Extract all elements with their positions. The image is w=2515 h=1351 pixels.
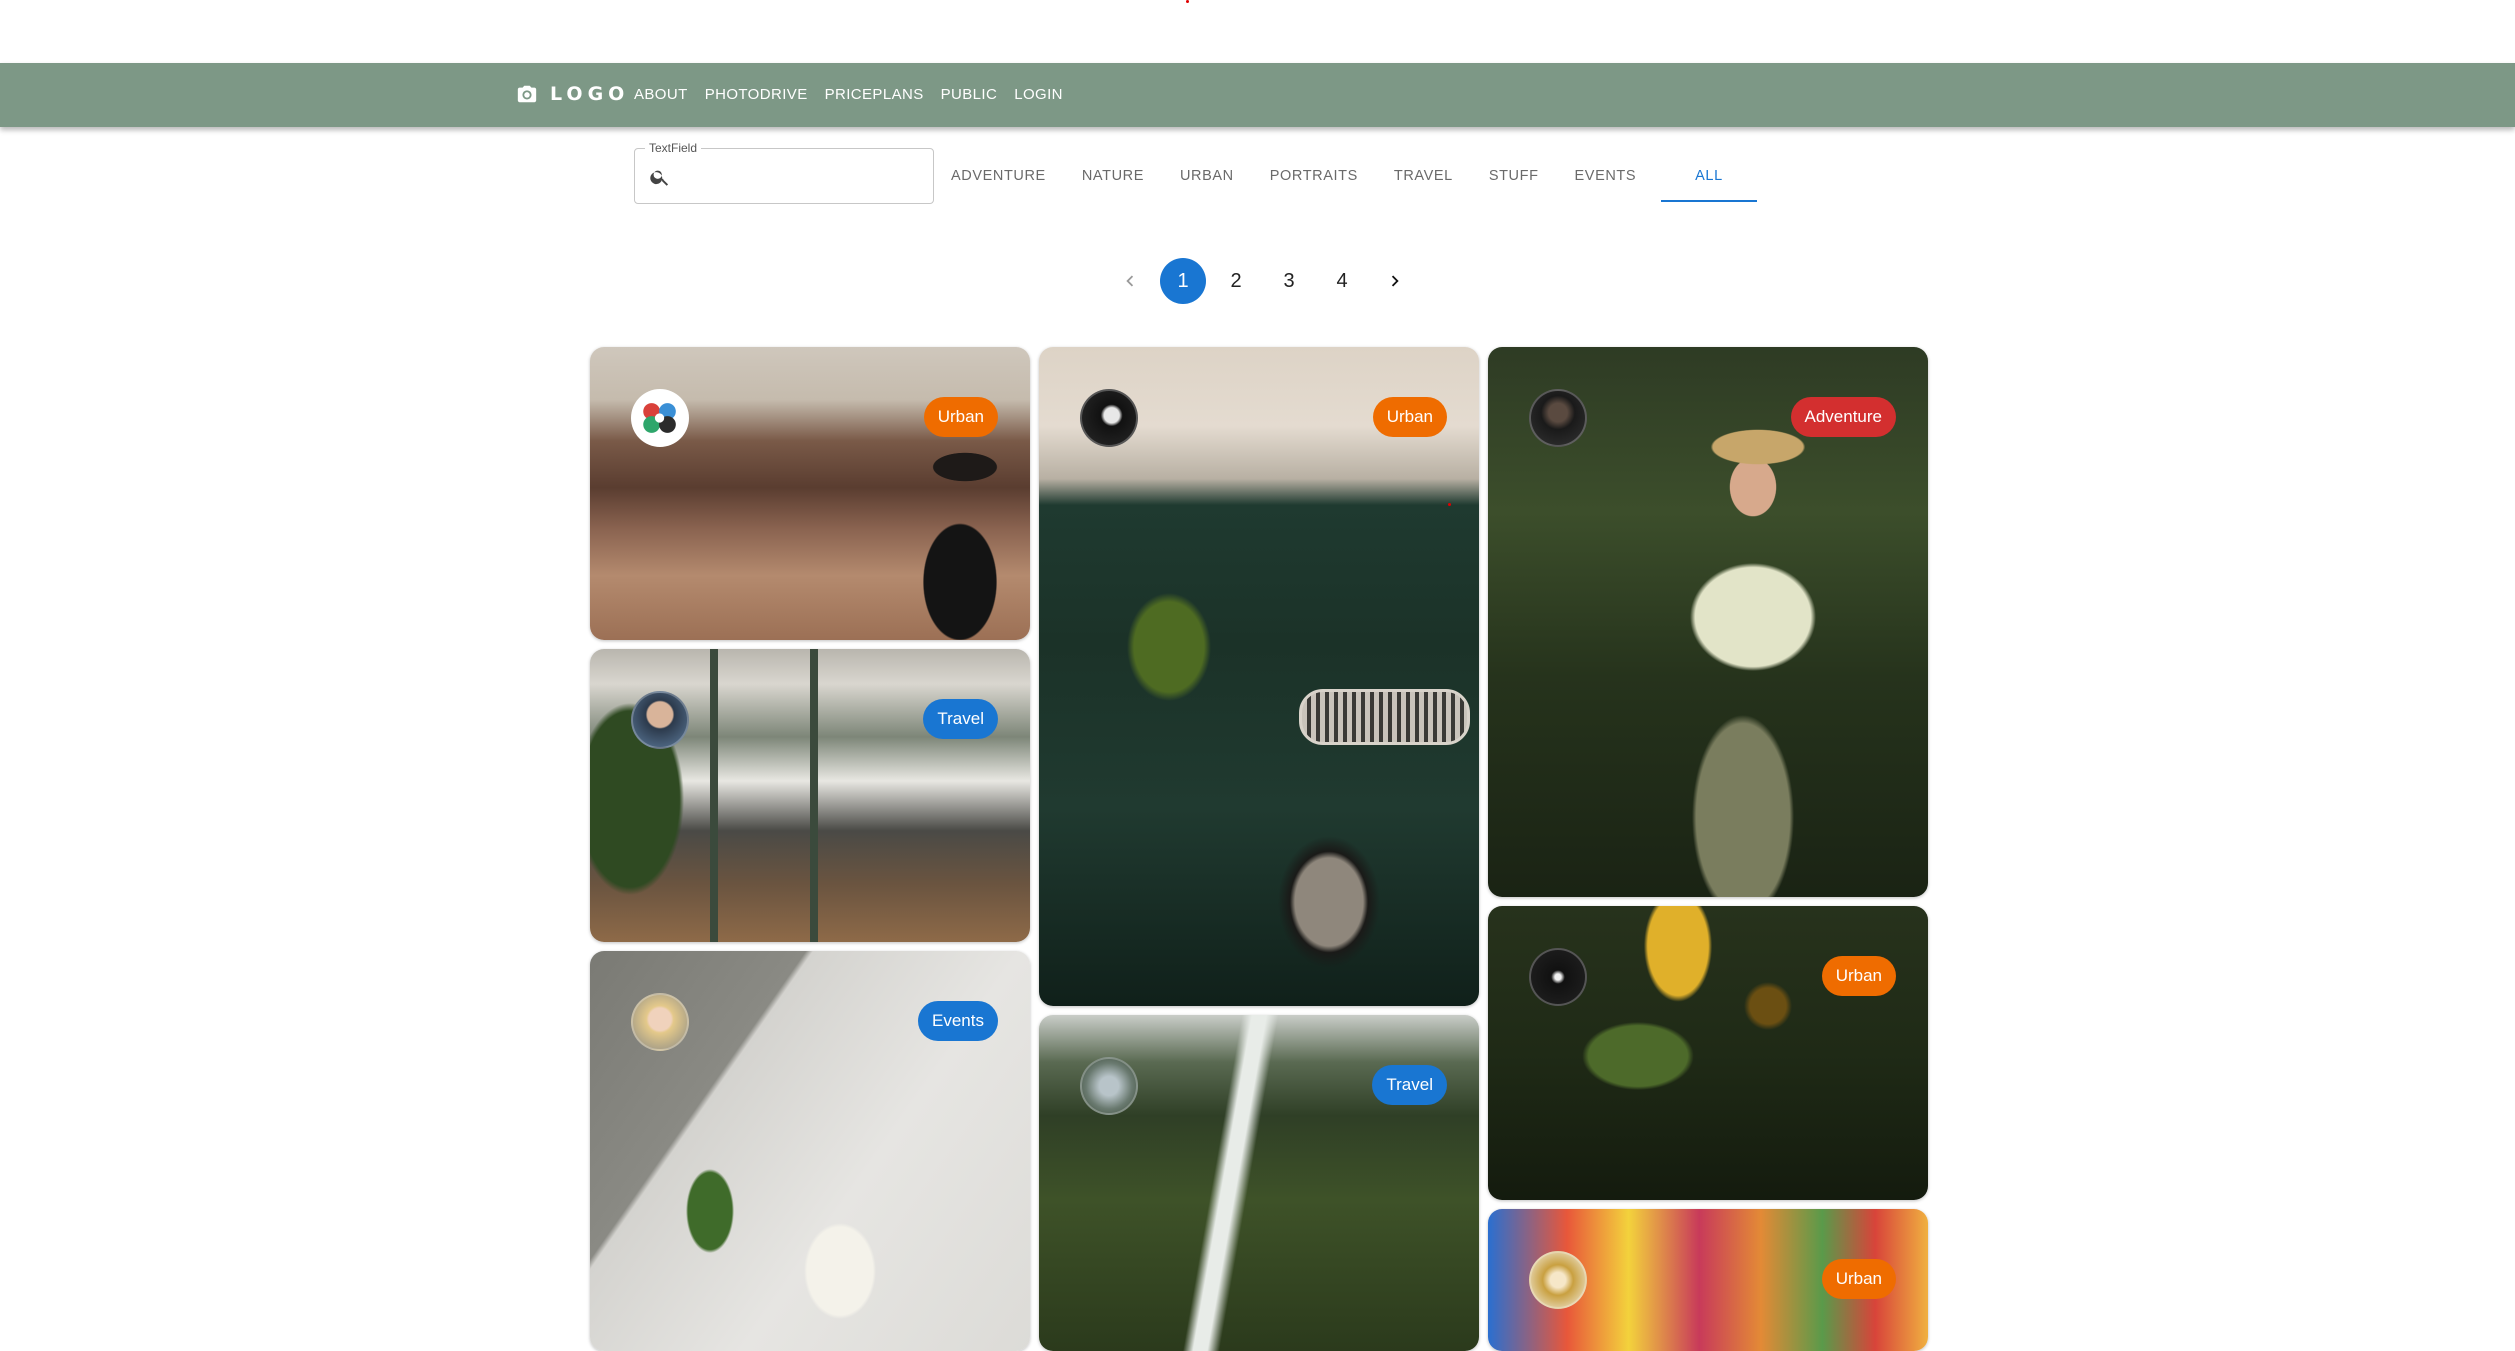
nav-link-login[interactable]: LOGIN [1014,83,1063,107]
tab-portraits[interactable]: PORTRAITS [1259,150,1369,202]
brand-logo[interactable]: LOGO [516,79,629,109]
tab-adventure[interactable]: ADVENTURE [940,150,1057,202]
photo-card[interactable]: Urban [1488,1209,1928,1351]
tab-urban[interactable]: URBAN [1169,150,1245,202]
photo-card[interactable]: Travel [1039,1015,1479,1351]
tab-nature[interactable]: NATURE [1071,150,1155,202]
category-chip: Events [918,1001,998,1041]
top-navbar: LOGO ABOUT PHOTODRIVE PRICEPLANS PUBLIC … [0,63,2515,127]
category-chip: Adventure [1790,397,1896,437]
avatar[interactable] [1529,389,1587,447]
avatar[interactable] [1529,948,1587,1006]
chevron-right-icon [1391,275,1399,287]
next-page-button[interactable] [1372,258,1418,304]
category-chip: Urban [1372,397,1447,437]
category-chip: Travel [923,699,998,739]
pagination: 1 2 3 4 [1107,258,1425,304]
photo-card[interactable]: Adventure [1488,347,1928,897]
stray-red-dot [1186,0,1189,3]
nav-link-photodrive[interactable]: PHOTODRIVE [705,83,808,107]
avatar[interactable] [1080,1057,1138,1115]
page-button-3[interactable]: 3 [1266,258,1312,304]
tab-stuff[interactable]: STUFF [1478,150,1550,202]
nav-link-about[interactable]: ABOUT [634,83,688,107]
avatar[interactable] [631,993,689,1051]
photo-card[interactable]: Travel [590,649,1030,942]
avatar-logo-icon [643,403,676,433]
nav-link-priceplans[interactable]: PRICEPLANS [825,83,924,107]
avatar[interactable] [1529,1251,1587,1309]
search-input[interactable] [679,159,923,195]
avatar[interactable] [631,389,689,447]
prev-page-button[interactable] [1107,258,1153,304]
logo-text: LOGO [550,83,630,105]
photo-card[interactable]: Events [590,951,1030,1351]
tab-all[interactable]: ALL [1661,150,1757,202]
category-chip: Urban [1821,956,1896,996]
page-button-1[interactable]: 1 [1160,258,1206,304]
camera-icon [517,85,537,103]
search-field-label: TextField [645,140,702,156]
nav-link-public[interactable]: PUBLIC [941,83,998,107]
photo-card[interactable]: Urban [1039,347,1479,1006]
category-chip: Urban [1821,1259,1896,1299]
search-field[interactable]: TextField [634,140,934,204]
category-chip: Travel [1372,1065,1447,1105]
search-icon [650,170,669,186]
photo-card[interactable]: Urban [1488,906,1928,1200]
car-vent [1299,689,1470,745]
page-button-2[interactable]: 2 [1213,258,1259,304]
stray-red-dot [1448,503,1451,506]
photo-card[interactable]: Urban [590,347,1030,640]
nav-links: ABOUT PHOTODRIVE PRICEPLANS PUBLIC LOGIN [634,83,1080,107]
page-button-4[interactable]: 4 [1319,258,1365,304]
category-tabs: ADVENTURE NATURE URBAN PORTRAITS TRAVEL … [940,150,1771,202]
tab-events[interactable]: EVENTS [1564,150,1648,202]
chevron-left-icon [1126,275,1134,287]
avatar[interactable] [631,691,689,749]
avatar[interactable] [1080,389,1138,447]
tab-travel[interactable]: TRAVEL [1383,150,1464,202]
category-chip: Urban [923,397,998,437]
